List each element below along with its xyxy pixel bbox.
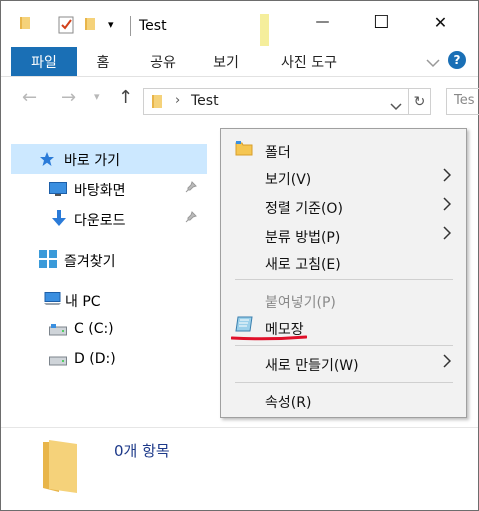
item-count: 0개 항목: [114, 442, 170, 460]
notepad-icon: [235, 315, 255, 337]
pin-icon: [185, 211, 197, 227]
menu-item-view[interactable]: 보기(V): [221, 163, 466, 189]
red-underline-annotation: [231, 335, 307, 341]
menu-item-folder[interactable]: 폴더: [221, 136, 466, 162]
desktop-icon: [49, 182, 67, 200]
menu-item-paste[interactable]: 붙여넣기(P): [221, 286, 466, 312]
maximize-button[interactable]: ☐: [352, 1, 411, 43]
properties-checkbox-icon[interactable]: [58, 16, 75, 38]
forward-arrow-icon[interactable]: →: [61, 87, 76, 108]
drive-icon: [49, 354, 67, 370]
title-bar: ▾ Test — ☐ ✕: [1, 1, 478, 46]
dropdown-history-icon[interactable]: ▾: [94, 90, 100, 103]
sidebar-item-this-pc[interactable]: 내 PC: [11, 285, 207, 315]
sidebar-item-label: 내 PC: [65, 294, 101, 310]
breadcrumb-path[interactable]: Test: [191, 93, 219, 109]
menu-item-new[interactable]: 새로 만들기(W): [221, 349, 466, 375]
tab-home[interactable]: 홈: [83, 48, 123, 76]
menu-item-label: 정렬 기준(O): [265, 201, 343, 217]
submenu-arrow-icon: [443, 226, 452, 244]
sidebar-item-label: D (D:): [74, 351, 116, 367]
submenu-arrow-icon: [443, 197, 452, 215]
window-title: Test: [139, 18, 167, 34]
menu-separator: [235, 382, 453, 383]
menu-item-label: 붙여넣기(P): [265, 295, 336, 311]
menu-item-label: 폴더: [265, 145, 291, 161]
submenu-arrow-icon: [443, 168, 452, 186]
quick-access-dropdown-icon[interactable]: ▾: [108, 18, 114, 31]
refresh-button[interactable]: ↻: [409, 88, 431, 115]
help-button[interactable]: ?: [448, 51, 466, 69]
tab-file[interactable]: 파일: [11, 47, 77, 76]
menu-item-label: 새로 만들기(W): [265, 358, 359, 374]
up-arrow-icon[interactable]: ↑: [118, 87, 133, 108]
favorites-icon: [39, 250, 57, 272]
menu-item-refresh[interactable]: 새로 고침(E): [221, 248, 466, 274]
sidebar-item-drive-c[interactable]: C (C:): [11, 315, 207, 345]
close-button[interactable]: ✕: [411, 1, 470, 43]
menu-item-label: 분류 방법(P): [265, 230, 341, 246]
breadcrumb-chevron-icon: ›: [175, 93, 181, 108]
sidebar-item-quick-access[interactable]: 바로 가기: [11, 144, 207, 174]
download-icon: [52, 210, 66, 231]
sidebar-item-drive-d[interactable]: D (D:): [11, 345, 207, 375]
context-menu: 폴더 보기(V) 정렬 기준(O) 분류 방법(P) 새로 고침(E) 붙여넣기…: [220, 128, 467, 418]
menu-item-label: 보기(V): [265, 172, 312, 188]
sidebar-item-desktop[interactable]: 바탕화면: [11, 174, 207, 204]
pin-icon: [185, 181, 197, 197]
details-pane: 0개 항목: [1, 427, 478, 511]
sidebar-item-label: 바로 가기: [64, 153, 120, 169]
new-folder-icon[interactable]: [84, 16, 98, 36]
tab-picture-tools[interactable]: 사진 도구: [269, 48, 349, 76]
address-toolbar: ← → ▾ ↑ › Test ↻ Tes: [1, 77, 479, 123]
menu-item-group-by[interactable]: 분류 방법(P): [221, 221, 466, 247]
menu-separator: [235, 279, 453, 280]
picture-tools-indicator: [260, 14, 269, 46]
submenu-arrow-icon: [443, 354, 452, 372]
menu-separator: [235, 345, 453, 346]
folder-large-icon: [41, 436, 79, 498]
sidebar-item-label: 즐겨찾기: [64, 254, 116, 270]
collapse-ribbon-icon[interactable]: [426, 53, 440, 72]
menu-item-properties[interactable]: 속성(R): [221, 386, 466, 412]
folder-icon: [235, 140, 253, 160]
explorer-window: ▾ Test — ☐ ✕ 파일 홈 공유 보기 사진 도구 ? ← → ▾ ↑ …: [0, 0, 479, 511]
tab-view[interactable]: 보기: [204, 48, 248, 76]
sidebar-item-downloads[interactable]: 다운로드: [11, 204, 207, 234]
menu-item-label: 속성(R): [265, 395, 312, 411]
search-input[interactable]: Tes: [446, 88, 479, 115]
sidebar-item-label: C (C:): [74, 321, 114, 337]
minimize-button[interactable]: —: [293, 1, 352, 43]
folder-icon: [19, 15, 33, 35]
star-icon: [39, 151, 55, 171]
back-arrow-icon[interactable]: ←: [22, 87, 37, 108]
sidebar-item-label: 다운로드: [74, 213, 126, 229]
address-dropdown-icon[interactable]: [390, 96, 402, 115]
pc-icon: [44, 292, 62, 310]
sidebar-item-favorites[interactable]: 즐겨찾기: [11, 245, 207, 275]
address-box[interactable]: › Test: [143, 88, 409, 115]
tab-share[interactable]: 공유: [141, 48, 185, 76]
drive-icon: [49, 324, 67, 340]
folder-icon: [151, 94, 165, 114]
sidebar-item-label: 바탕화면: [74, 183, 126, 199]
ribbon-tabs: 파일 홈 공유 보기 사진 도구 ?: [1, 43, 478, 77]
menu-item-sort-by[interactable]: 정렬 기준(O): [221, 192, 466, 218]
title-separator: [130, 16, 131, 36]
menu-item-label: 새로 고침(E): [265, 257, 341, 273]
